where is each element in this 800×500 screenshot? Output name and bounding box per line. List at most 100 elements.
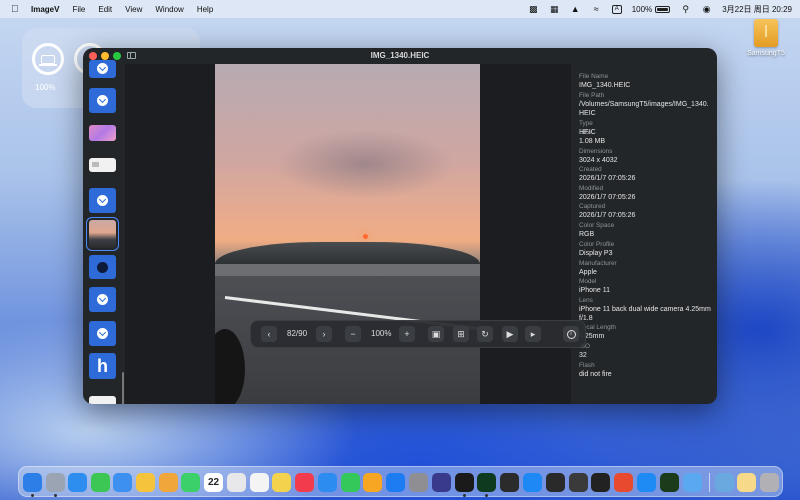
dock-app-icon[interactable]	[500, 473, 519, 492]
next-button[interactable]: ›	[316, 326, 332, 342]
dock-app-icon[interactable]	[46, 473, 65, 492]
info-value[interactable]: 3024 x 4032	[579, 156, 713, 165]
photo-treeline	[215, 242, 480, 264]
spotlight-search-icon[interactable]: ⚲	[680, 4, 691, 14]
fit-to-window-button[interactable]: ▣	[428, 326, 444, 342]
dock-app-icon[interactable]	[113, 473, 132, 492]
menu-edit[interactable]: Edit	[98, 5, 112, 14]
info-value[interactable]: /Volumes/SamsungT5/images/IMG_1340.HEIC	[579, 100, 713, 118]
actual-size-button[interactable]: ⊞	[453, 326, 469, 342]
menu-window[interactable]: Window	[155, 5, 183, 14]
dock-app-icon[interactable]	[272, 473, 291, 492]
thumbnail[interactable]	[89, 396, 116, 404]
dock-app-icon[interactable]	[523, 473, 542, 492]
finder-app-icon[interactable]	[23, 473, 42, 492]
dock-app-icon[interactable]	[181, 473, 200, 492]
dock-app-icon[interactable]	[637, 473, 656, 492]
dock-app-icon[interactable]	[660, 473, 679, 492]
running-indicator	[485, 494, 488, 497]
dock-app-icon[interactable]	[91, 473, 110, 492]
app-status-icon[interactable]: ▩	[528, 4, 539, 14]
dock-app-icon[interactable]	[295, 473, 314, 492]
dock-app-icon[interactable]	[477, 473, 496, 492]
dock-app-icon[interactable]	[455, 473, 474, 492]
dock-app-icon[interactable]	[341, 473, 360, 492]
title-bar[interactable]: IMG_1340.HEIC	[83, 48, 717, 64]
info-value[interactable]: 1.08 MB	[579, 137, 713, 146]
previous-button[interactable]: ‹	[261, 326, 277, 342]
dock-app-icon[interactable]	[386, 473, 405, 492]
zoom-in-button[interactable]: +	[399, 326, 415, 342]
menu-help[interactable]: Help	[197, 5, 213, 14]
thumbnail[interactable]	[89, 88, 116, 113]
thumbnail[interactable]	[89, 321, 116, 346]
dock-app-icon[interactable]	[591, 473, 610, 492]
info-value[interactable]: 2026/1/7 07:05:26	[579, 174, 713, 183]
info-row: Lens iPhone 11 back dual wide camera 4.25…	[579, 297, 713, 323]
desktop-drive[interactable]: SamsungT5	[742, 19, 790, 57]
thumbnail[interactable]	[89, 188, 116, 213]
dock-app-icon[interactable]	[546, 473, 565, 492]
info-value[interactable]: Display P3	[579, 249, 713, 258]
info-value[interactable]: 32	[579, 351, 713, 360]
info-row: Manufacturer Apple	[579, 260, 713, 277]
info-value[interactable]: 4.25mm	[579, 332, 713, 341]
info-value[interactable]: iPhone 11 back dual wide camera 4.25mm f…	[579, 305, 713, 323]
dock-app-icon[interactable]	[318, 473, 337, 492]
input-method-icon[interactable]: A	[611, 4, 622, 14]
thumbnail-scrollbar[interactable]	[122, 372, 124, 404]
info-value[interactable]: iPhone 11	[579, 286, 713, 295]
dock-folder-icon[interactable]	[737, 473, 756, 492]
dock-app-icon[interactable]	[683, 473, 702, 492]
thumbnail[interactable]	[89, 255, 116, 279]
info-row: File Path/Volumes/SamsungT5/images/IMG_1…	[579, 92, 713, 118]
info-toggle-button[interactable]: i	[563, 326, 579, 342]
rotate-button[interactable]: ↻	[477, 326, 493, 342]
info-row: Captured 2026/1/7 07:05:26	[579, 203, 713, 220]
calendar-app-icon[interactable]: 22	[204, 473, 223, 492]
flip-button[interactable]: ▶	[502, 326, 518, 342]
wifi-icon[interactable]: ≈	[591, 4, 602, 14]
info-value[interactable]: 2026/1/7 07:05:26	[579, 193, 713, 202]
info-value[interactable]: Apple	[579, 268, 713, 277]
battery-indicator[interactable]: 100%	[632, 5, 671, 14]
apple-menu-icon[interactable]: 	[11, 4, 21, 15]
zoom-out-button[interactable]: −	[345, 326, 361, 342]
dock-app-icon[interactable]	[159, 473, 178, 492]
thumbnail[interactable]	[89, 158, 116, 172]
thumbnail[interactable]	[89, 125, 116, 141]
thumbnail-selected[interactable]	[86, 217, 119, 251]
image-viewport[interactable]	[125, 64, 571, 404]
running-indicator	[31, 494, 34, 497]
thumbnail[interactable]	[89, 60, 116, 78]
info-value[interactable]: RGB	[579, 230, 713, 239]
control-center-icon[interactable]: ◉	[701, 4, 712, 14]
shield-status-icon[interactable]: ▲	[570, 4, 581, 14]
dock-app-icon[interactable]	[250, 473, 269, 492]
dock-app-icon[interactable]	[136, 473, 155, 492]
thumbnail[interactable]	[89, 287, 116, 312]
clock[interactable]: 3月22日 周日 20:29	[722, 4, 792, 15]
dock-app-icon[interactable]	[614, 473, 633, 492]
grid-status-icon[interactable]: ▦	[549, 4, 560, 14]
dock-app-icon[interactable]	[409, 473, 428, 492]
info-value[interactable]: did not fire	[579, 370, 713, 379]
slideshow-play-button[interactable]: ▸	[525, 326, 541, 342]
dark-circle-icon	[97, 262, 108, 273]
dock-app-icon[interactable]	[432, 473, 451, 492]
info-value[interactable]: 2026/1/7 07:05:26	[579, 211, 713, 220]
info-key: Manufacturer	[579, 260, 617, 267]
thumbnail-h-app-icon[interactable]: h	[89, 353, 116, 379]
info-key: File Name	[579, 73, 609, 80]
dock-app-icon[interactable]	[227, 473, 246, 492]
dock-folder-icon[interactable]	[715, 473, 734, 492]
dock-folder-icon[interactable]	[760, 473, 779, 492]
menu-app-name[interactable]: ImageV	[31, 5, 59, 14]
dock-app-icon[interactable]	[569, 473, 588, 492]
menu-view[interactable]: View	[125, 5, 142, 14]
dock-app-icon[interactable]	[68, 473, 87, 492]
menu-file[interactable]: File	[72, 5, 85, 14]
info-value[interactable]: IMG_1340.HEIC	[579, 81, 713, 90]
laptop-icon	[39, 54, 57, 66]
dock-app-icon[interactable]	[363, 473, 382, 492]
